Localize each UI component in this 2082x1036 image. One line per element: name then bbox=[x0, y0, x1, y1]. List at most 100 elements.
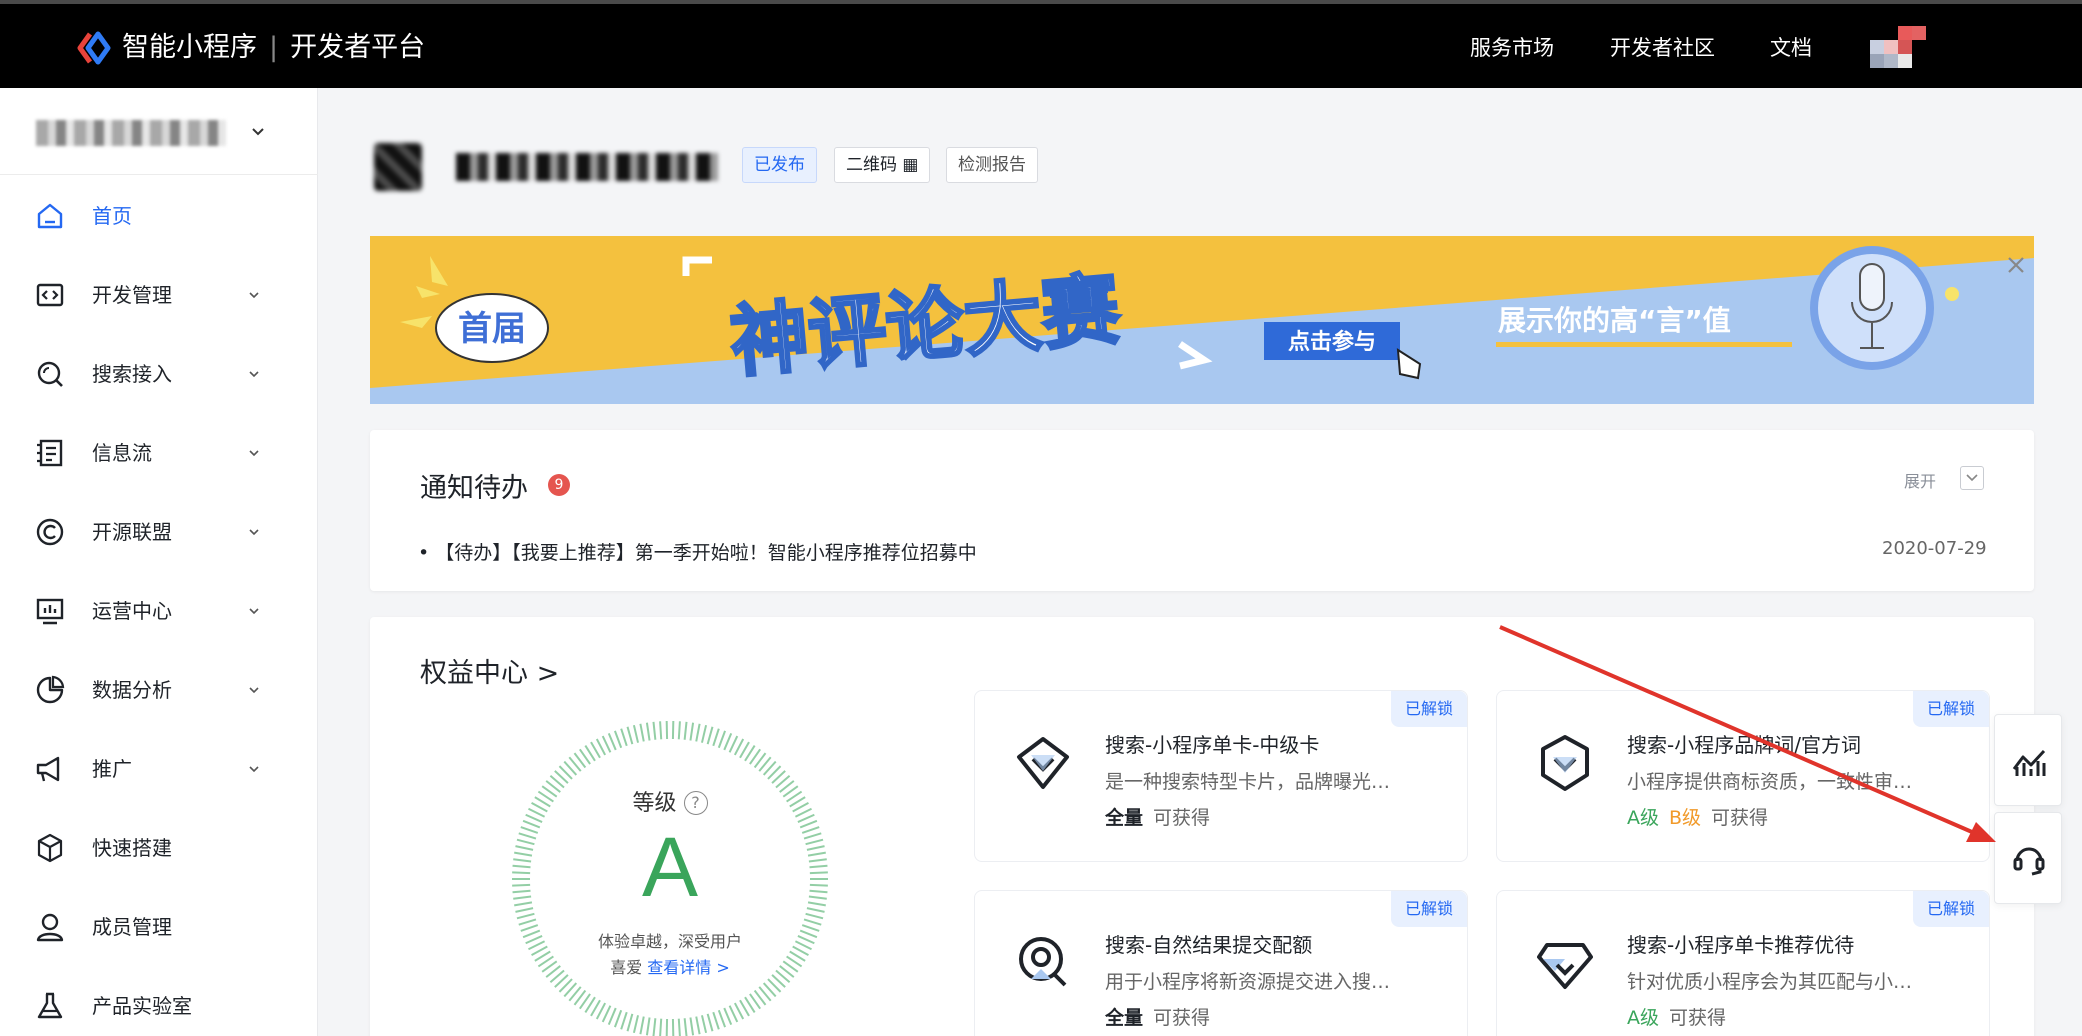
sidebar-item-label: 运营中心 bbox=[92, 599, 172, 623]
sidebar-item-dev-management[interactable]: 开发管理 bbox=[0, 265, 318, 325]
unlocked-badge: 已解锁 bbox=[1391, 891, 1467, 927]
rights-card-desc: 用于小程序将新资源提交进入搜… bbox=[1105, 971, 1391, 993]
nav-service-market[interactable]: 服务市场 bbox=[1470, 32, 1554, 64]
sidebar-item-label: 首页 bbox=[92, 204, 132, 228]
logo-icon[interactable] bbox=[76, 30, 112, 66]
qrcode-icon: ▦ bbox=[902, 155, 919, 175]
user-icon bbox=[36, 913, 64, 942]
sidebar-item-product-lab[interactable]: 产品实验室 bbox=[0, 976, 318, 1036]
sidebar-item-home[interactable]: 首页 bbox=[0, 186, 318, 246]
grade-widget: 等级 ? A 体验卓越，深受用户 喜爱 查看详情 > bbox=[510, 719, 830, 1036]
rights-card-desc: 针对优质小程序会为其匹配与小… bbox=[1627, 971, 1913, 993]
float-analytics-button[interactable] bbox=[1994, 714, 2062, 806]
inspection-report-button[interactable]: 检测报告 bbox=[946, 147, 1038, 183]
grade-description: 体验卓越，深受用户 喜爱 查看详情 > bbox=[597, 932, 742, 977]
help-icon[interactable]: ? bbox=[683, 791, 708, 815]
gem-icon bbox=[1537, 943, 1593, 989]
rights-card-grade: 全量 可获得 bbox=[1105, 1007, 1211, 1029]
chevron-down-icon bbox=[249, 608, 259, 615]
sidebar-item-search-access[interactable]: 搜索接入 bbox=[0, 344, 318, 404]
rights-card[interactable]: 已解锁 搜索-小程序品牌词/官方词 小程序提供商标资质，一致性审… A级 B级 可获… bbox=[1496, 690, 1990, 862]
feed-icon bbox=[37, 439, 63, 467]
nav-docs[interactable]: 文档 bbox=[1770, 32, 1812, 64]
pie-chart-icon bbox=[36, 675, 65, 704]
rights-card-desc: 是一种搜索特型卡片，品牌曝光… bbox=[1105, 771, 1391, 793]
sidebar-item-feed[interactable]: 信息流 bbox=[0, 423, 318, 483]
chevron-down-icon bbox=[249, 687, 259, 694]
rights-card-title: 搜索-小程序单卡推荐优待 bbox=[1627, 933, 1855, 957]
sidebar-item-member-management[interactable]: 成员管理 bbox=[0, 897, 318, 957]
sidebar-item-label: 信息流 bbox=[92, 441, 152, 465]
notice-item[interactable]: • 【待办】【我要上推荐】第一季开始啦！智能小程序推荐位招募中 bbox=[418, 538, 977, 565]
brand-title[interactable]: 智能小程序 | 开发者平台 bbox=[122, 30, 425, 66]
top-bar: 智能小程序 | 开发者平台 服务市场 开发者社区 文档 bbox=[0, 0, 2082, 88]
search-quota-icon bbox=[1019, 937, 1067, 987]
float-support-button[interactable] bbox=[1994, 812, 2062, 904]
rights-center-link[interactable]: 权益中心 > bbox=[420, 651, 559, 690]
nav-developer-community[interactable]: 开发者社区 bbox=[1610, 32, 1715, 64]
rights-card[interactable]: 已解锁 搜索-自然结果提交配额 用于小程序将新资源提交进入搜… 全量 可获得 bbox=[974, 890, 1468, 1036]
notice-count-badge: 9 bbox=[548, 474, 570, 496]
rights-card-title: 搜索-自然结果提交配额 bbox=[1105, 933, 1313, 957]
chevron-down-icon bbox=[249, 371, 259, 378]
divider bbox=[0, 174, 318, 175]
promo-banner[interactable]: 首届 神评论大赛 点击参与 展示你的高“言”值 bbox=[370, 236, 2034, 404]
banner-badge-text: 首届 bbox=[458, 309, 526, 349]
banner-graphic: 首届 神评论大赛 点击参与 展示你的高“言”值 bbox=[370, 236, 2034, 404]
expand-label[interactable]: 展开 bbox=[1904, 468, 1936, 492]
search-icon bbox=[37, 361, 63, 387]
sidebar-item-label: 快速搭建 bbox=[92, 836, 172, 860]
chevron-down-icon bbox=[249, 450, 259, 457]
banner-cta: 点击参与 bbox=[1288, 329, 1376, 355]
sidebar-item-promotion[interactable]: 推广 bbox=[0, 739, 318, 799]
flask-icon bbox=[37, 992, 63, 1019]
diamond-card-icon bbox=[1017, 737, 1069, 789]
sidebar-item-label: 推广 bbox=[92, 757, 132, 781]
home-icon bbox=[37, 203, 63, 229]
sidebar-item-data-analysis[interactable]: 数据分析 bbox=[0, 660, 318, 720]
rights-card-grade: 全量 可获得 bbox=[1105, 807, 1211, 829]
chevron-down-icon bbox=[1966, 474, 1978, 482]
grade-label: 等级 ? bbox=[510, 785, 830, 817]
sidebar-item-label: 产品实验室 bbox=[92, 994, 192, 1018]
hexagon-brand-icon bbox=[1541, 735, 1589, 791]
rights-card[interactable]: 已解锁 搜索-小程序单卡推荐优待 针对优质小程序会为其匹配与小… A级 可获得 bbox=[1496, 890, 1990, 1036]
alliance-icon bbox=[36, 518, 64, 546]
sidebar-item-operations-center[interactable]: 运营中心 bbox=[0, 581, 318, 641]
code-icon bbox=[36, 283, 64, 307]
rights-card-title: 搜索-小程序单卡-中级卡 bbox=[1105, 733, 1320, 757]
grade-value: A bbox=[641, 820, 699, 914]
sidebar-item-open-alliance[interactable]: 开源联盟 bbox=[0, 502, 318, 562]
sidebar-item-quick-build[interactable]: 快速搭建 bbox=[0, 818, 318, 878]
expand-button[interactable] bbox=[1960, 466, 1984, 490]
rights-card[interactable]: 已解锁 搜索-小程序单卡-中级卡 是一种搜索特型卡片，品牌曝光… 全量 可获得 bbox=[974, 690, 1468, 862]
sidebar-item-label: 开发管理 bbox=[92, 283, 172, 307]
chevron-down-icon bbox=[249, 292, 259, 299]
banner-slogan: 展示你的高“言”值 bbox=[1498, 304, 1731, 337]
account-name-redacted bbox=[36, 120, 226, 146]
rights-card-desc: 小程序提供商标资质，一致性审… bbox=[1627, 771, 1913, 793]
line-chart-icon bbox=[2012, 749, 2046, 776]
sidebar-item-label: 数据分析 bbox=[92, 678, 172, 702]
notice-title: 通知待办 bbox=[420, 473, 528, 504]
sidebar-item-label: 开源联盟 bbox=[92, 520, 172, 544]
view-details-link[interactable]: 查看详情 > bbox=[647, 958, 730, 977]
rights-center-panel: 权益中心 > 等级 ? A 体验卓越，深受用户 喜爱 查看详情 > 已解锁 搜索… bbox=[370, 617, 2034, 1036]
rights-card-title: 搜索-小程序品牌词/官方词 bbox=[1627, 733, 1861, 757]
chevron-down-icon bbox=[249, 529, 259, 536]
sidebar-item-label: 搜索接入 bbox=[92, 362, 172, 386]
status-badge: 已发布 bbox=[742, 147, 817, 183]
sidebar: 首页 开发管理 搜索接入 信息流 开源联盟 运营中心 数据分析 推广 快速搭建 bbox=[0, 88, 318, 1036]
chevron-down-icon bbox=[252, 128, 264, 136]
app-name-redacted bbox=[456, 153, 718, 181]
account-switcher[interactable] bbox=[36, 120, 268, 146]
notice-panel: 通知待办 9 展开 • 【待办】【我要上推荐】第一季开始啦！智能小程序推荐位招募… bbox=[370, 430, 2034, 591]
unlocked-badge: 已解锁 bbox=[1391, 691, 1467, 727]
notice-date: 2020-07-29 bbox=[1882, 538, 1987, 559]
avatar[interactable] bbox=[1870, 20, 1942, 76]
chevron-down-icon bbox=[249, 766, 259, 773]
monitor-icon bbox=[36, 598, 64, 625]
unlocked-badge: 已解锁 bbox=[1913, 891, 1989, 927]
qrcode-button[interactable]: 二维码 ▦ bbox=[834, 147, 931, 183]
rights-card-grade: A级 可获得 bbox=[1627, 1007, 1727, 1029]
